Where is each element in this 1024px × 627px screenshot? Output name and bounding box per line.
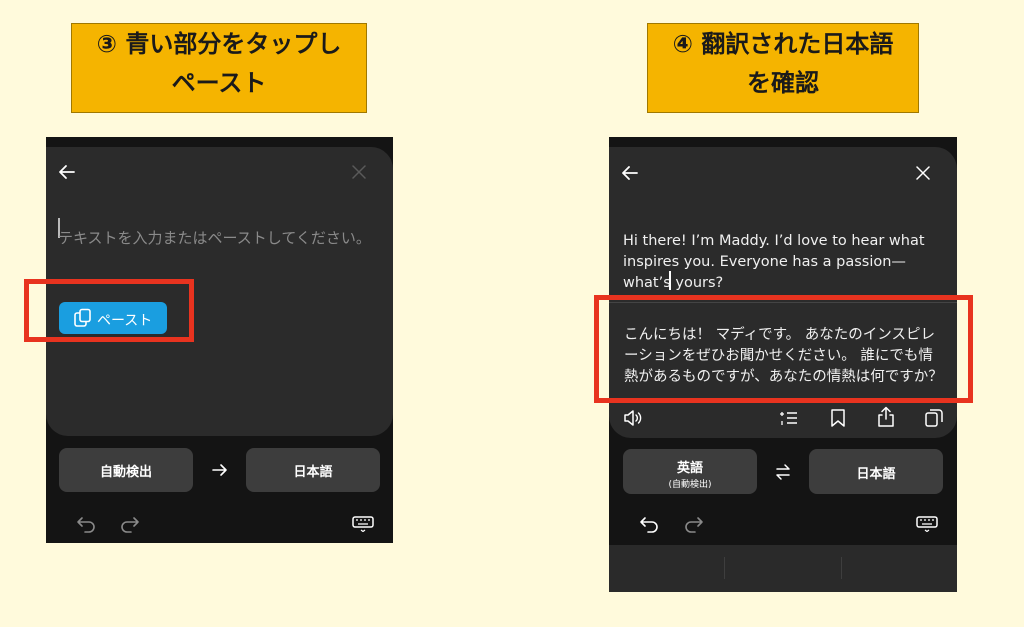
input-placeholder[interactable]: テキストを入力またはペーストしてください。 [58,227,371,248]
step3-label-line2: ペースト [171,69,267,97]
close-icon[interactable] [352,165,366,179]
text-cursor [669,271,671,290]
back-arrow-icon[interactable] [58,163,76,181]
target-language-button[interactable]: 日本語 [246,448,380,492]
bar-divider [724,557,725,579]
target-language-label: 日本語 [856,467,896,482]
source-text[interactable]: Hi there! I’m Maddy. I’d love to hear wh… [623,231,953,294]
share-icon[interactable] [877,406,895,427]
step4-label: ④ 翻訳された日本語 を確認 [647,23,919,113]
step4-label-line2: を確認 [747,69,819,97]
step4-label-line1: ④ 翻訳された日本語 [672,30,894,58]
target-language-label: 日本語 [293,465,333,480]
step3-label-line1: ③ 青い部分をタップし [96,30,342,58]
close-icon[interactable] [916,166,930,180]
translation-highlight-box [594,295,973,403]
paste-highlight-box [24,279,194,342]
bookmark-icon[interactable] [831,409,845,427]
target-language-button[interactable]: 日本語 [809,449,943,494]
keyboard-suggestion-bar [609,545,957,592]
source-language-sublabel: (自動検出) [668,480,712,490]
bar-divider [841,557,842,579]
copy-icon[interactable] [925,409,943,427]
redo-icon[interactable] [120,515,140,533]
source-language-button[interactable]: 英語 (自動検出) [623,449,757,494]
redo-icon[interactable] [684,515,704,533]
keyboard-icon[interactable] [916,516,938,532]
source-language-label: 自動検出 [99,465,152,480]
step3-label: ③ 青い部分をタップし ペースト [71,23,367,113]
undo-icon[interactable] [639,515,659,533]
source-language-button[interactable]: 自動検出 [59,448,193,492]
list-icon[interactable] [780,410,798,426]
source-language-label: 英語 [676,461,703,476]
undo-icon[interactable] [76,515,96,533]
speaker-icon[interactable] [623,409,643,427]
keyboard-icon[interactable] [352,516,374,532]
right-arrow-icon [212,463,228,477]
back-arrow-icon[interactable] [621,164,639,182]
swap-icon[interactable] [774,463,792,481]
